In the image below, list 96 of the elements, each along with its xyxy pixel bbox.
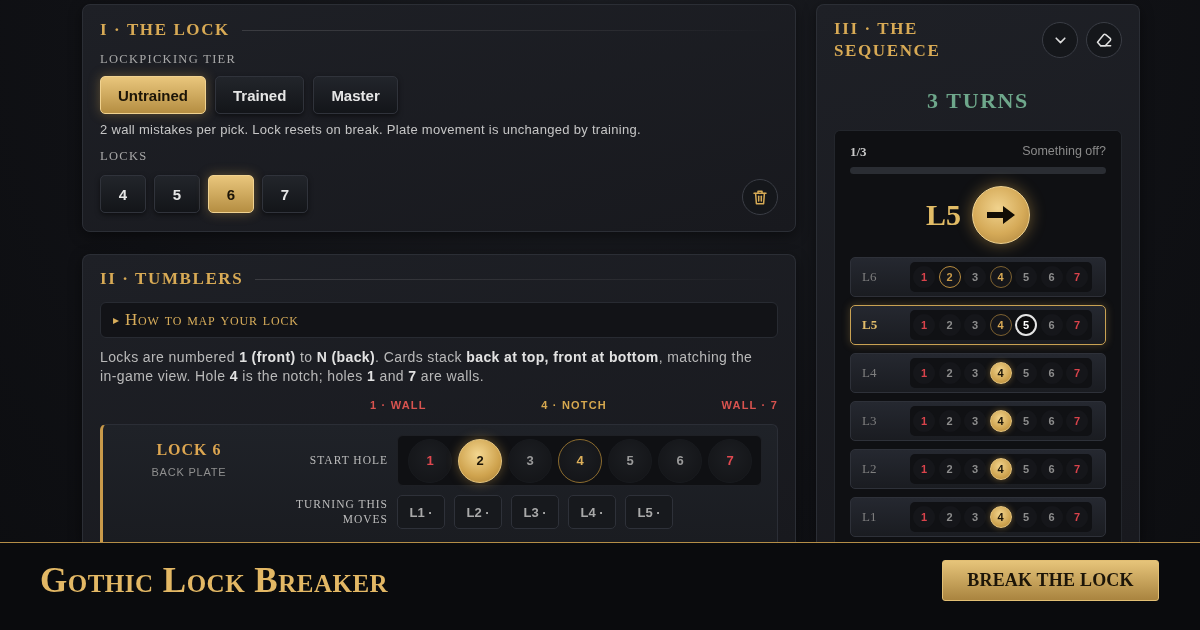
hole-indicator: 4 [989,458,1012,480]
break-lock-button[interactable]: BREAK THE LOCK [942,560,1159,601]
lock-label: L4 [862,365,878,381]
hole-indicator: 7 [1066,314,1088,336]
hole-indicator: 7 [1066,458,1088,480]
hole-button[interactable]: 6 [658,438,702,483]
hole-button[interactable]: 1 [408,438,452,483]
disclosure-toggle[interactable]: ▸ How to map your lock [100,302,778,338]
lock-count-button[interactable]: 7 [262,175,308,213]
hole-indicator: 1 [913,266,935,288]
hole-indicator: 6 [1040,458,1063,480]
legend-label: 1 · WALL [370,399,427,411]
hole-indicator: 4 [989,410,1012,432]
lock-count-button[interactable]: 4 [100,175,146,213]
hole-indicator: 6 [1040,410,1063,432]
hole-indicator: 3 [964,458,986,480]
row-label: START HOLE [308,453,388,468]
lock-label: L2 [862,461,878,477]
legend-label: WALL · 7 [721,399,778,411]
hole-indicator: 1 [913,410,935,432]
hole-indicator: 6 [1040,266,1063,288]
hole-indicator: 4 [989,266,1012,288]
lock-count-button[interactable]: 5 [154,175,200,213]
hole-button[interactable]: 5 [608,438,652,483]
hole-indicator: 2 [938,266,961,288]
hole-indicator: 2 [938,506,961,528]
hole-button[interactable]: 7 [708,438,752,483]
hole-indicator: 1 [913,314,935,336]
hole-indicator: 5 [1015,362,1037,384]
hole-indicator: 5 [1015,458,1037,480]
section-title: II · TUMBLERS [100,269,244,289]
hole-indicator: 3 [964,410,986,432]
section-title: I · THE LOCK [100,20,230,40]
hole-indicator: 1 [913,506,935,528]
hole-indicator: 6 [1040,314,1063,336]
delete-button[interactable] [742,179,778,215]
field-label: LOCKPICKING TIER [100,52,238,66]
turn-count: 3 TURNS [926,88,1030,113]
hole-indicator: 7 [1066,506,1088,528]
lock-count-button[interactable]: 6 [208,175,254,213]
turn-button[interactable] [972,186,1030,244]
lock-label: L6 [862,269,878,285]
hole-indicator: 2 [938,314,961,336]
hole-indicator: 3 [964,314,986,336]
move-toggle[interactable]: L5 · [625,495,673,529]
lock-label: L1 [862,509,878,525]
hole-indicator: 1 [913,362,935,384]
field-label: LOCKS [100,149,149,163]
app-title: Gothic Lock Breaker [40,560,389,601]
instructions-text: Locks are numbered 1 (front) to N (back). Cards stack back at top, front at bottom, matching the in-game view. Hole 4 is the notch; holes 1 and 7 are walls. [100,348,754,385]
hole-indicator: 5 [1015,266,1037,288]
hole-indicator: 3 [964,362,986,384]
hole-button[interactable]: 4 [558,438,602,483]
hole-indicator: 5 [1015,410,1037,432]
hole-indicator: 4 [989,362,1012,384]
tier-button[interactable]: Master [313,76,398,114]
hole-indicator: 1 [913,458,935,480]
hole-button[interactable]: 2 [458,438,502,483]
step-counter: 1/3 [850,144,867,159]
lock-subtitle: BACK PLATE [150,466,228,479]
hole-indicator: 5 [1015,314,1037,336]
help-link[interactable]: Something off? [1022,144,1106,159]
row-label: TURNING THIS MOVES [295,497,388,527]
hole-indicator: 3 [964,266,986,288]
expand-button[interactable] [1042,22,1078,58]
hole-indicator: 7 [1066,362,1088,384]
hole-indicator: 2 [938,362,961,384]
legend-label: 4 · NOTCH [541,399,607,411]
arrow-right-icon [986,205,1016,225]
lock-label: L3 [862,413,878,429]
lock-title: LOCK 6 [155,440,223,460]
current-lock-label: L5 [926,198,961,232]
hole-indicator: 6 [1040,506,1063,528]
hole-indicator: 5 [1015,506,1037,528]
hole-indicator: 4 [989,506,1012,528]
eraser-icon [1096,33,1112,47]
move-toggle[interactable]: L2 · [454,495,502,529]
move-toggle[interactable]: L4 · [568,495,616,529]
hole-indicator: 2 [938,410,961,432]
lock-label: L5 [862,317,879,333]
tier-button[interactable]: Untrained [100,76,206,114]
hole-indicator: 4 [989,314,1012,336]
hole-indicator: 7 [1066,266,1088,288]
section-title: III · THE SEQUENCE [834,18,942,62]
move-toggle[interactable]: L3 · [511,495,559,529]
chevron-down-icon [1054,36,1066,44]
hole-indicator: 7 [1066,410,1088,432]
tier-description: 2 wall mistakes per pick. Lock resets on break. Plate movement is unchanged by training. [100,122,642,138]
hole-indicator: 3 [964,506,986,528]
hole-indicator: 2 [938,458,961,480]
trash-icon [753,189,767,205]
hole-indicator: 6 [1040,362,1063,384]
tier-button[interactable]: Trained [215,76,305,114]
move-toggle[interactable]: L1 · [397,495,445,529]
eraser-button[interactable] [1086,22,1122,58]
hole-button[interactable]: 3 [508,438,552,483]
